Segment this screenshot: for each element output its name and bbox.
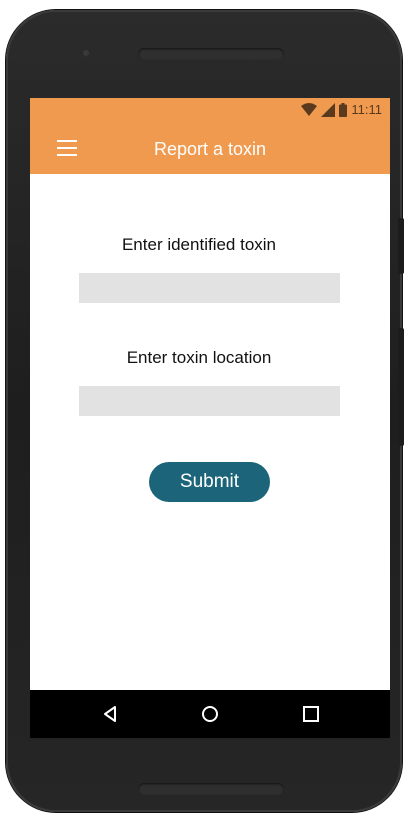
app-bar: Report a toxin xyxy=(30,122,390,174)
signal-icon xyxy=(321,103,336,117)
back-icon xyxy=(104,706,116,722)
power-button xyxy=(398,218,404,274)
recent-apps-icon xyxy=(303,706,319,722)
location-input[interactable] xyxy=(79,386,340,416)
navigation-bar xyxy=(30,690,390,738)
volume-button xyxy=(398,328,404,446)
phone-frame: 11:11 Report a toxin Enter identified to… xyxy=(6,10,402,812)
status-time: 11:11 xyxy=(351,102,382,117)
status-bar: 11:11 xyxy=(30,98,390,122)
front-camera xyxy=(80,47,92,59)
home-icon xyxy=(202,706,218,722)
home-button[interactable] xyxy=(198,702,222,726)
toxin-field-label: Enter identified toxin xyxy=(121,235,277,254)
page-title: Report a toxin xyxy=(153,139,267,159)
toxin-input[interactable] xyxy=(79,273,340,303)
bottom-speaker xyxy=(138,783,284,795)
back-button[interactable] xyxy=(98,702,122,726)
wifi-icon xyxy=(301,103,318,116)
location-field-label: Enter toxin location xyxy=(126,348,272,367)
earpiece-speaker xyxy=(138,48,284,60)
battery-icon xyxy=(339,103,348,117)
screen: 11:11 Report a toxin Enter identified to… xyxy=(30,98,390,738)
recent-apps-button[interactable] xyxy=(299,702,323,726)
status-icons: 11:11 xyxy=(301,102,382,118)
submit-button[interactable]: Submit xyxy=(149,462,270,502)
